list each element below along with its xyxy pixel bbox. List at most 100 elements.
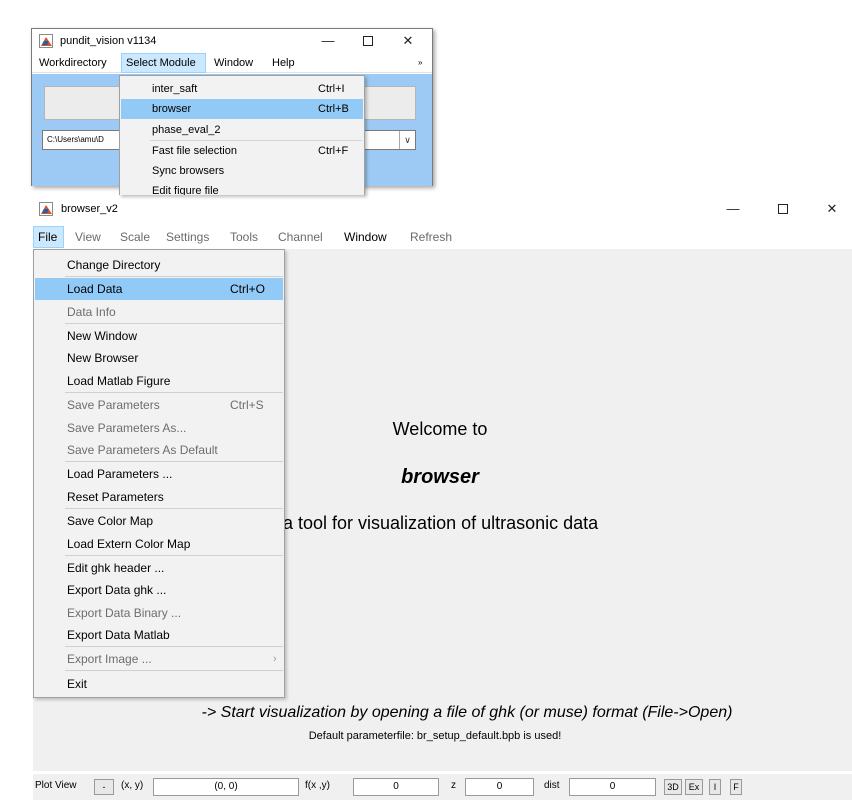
minimize-button[interactable]: — xyxy=(308,29,348,53)
menu-item-load-extern-color-map[interactable]: Load Extern Color Map xyxy=(35,533,283,555)
minimize-button[interactable]: — xyxy=(713,197,753,221)
menu-item-save-parameters-as[interactable]: Save Parameters As... xyxy=(35,417,283,439)
menu-file[interactable]: File xyxy=(33,226,64,248)
welcome-hint: -> Start visualization by opening a file… xyxy=(201,704,733,721)
matlab-icon xyxy=(39,202,53,216)
menu-scale[interactable]: Scale xyxy=(116,226,154,248)
menu-item-export-image[interactable]: Export Image ... › xyxy=(35,648,283,670)
menu-separator xyxy=(65,508,283,509)
menu-select-module[interactable]: Select Module xyxy=(121,53,206,73)
menu-item-shortcut: Ctrl+O xyxy=(230,282,266,296)
dist-label: dist xyxy=(544,780,560,791)
maximize-button[interactable] xyxy=(348,29,388,53)
menu-item-browser[interactable]: browser Ctrl+B xyxy=(121,99,363,119)
menu-item-shortcut: Ctrl+B xyxy=(318,103,349,115)
menu-separator xyxy=(65,461,283,462)
menu-item-shortcut: Ctrl+I xyxy=(318,83,345,95)
browser-window-title: browser_v2 xyxy=(61,203,118,215)
path-dropdown[interactable]: ∨ xyxy=(364,130,416,150)
menu-item-new-browser[interactable]: New Browser xyxy=(35,347,283,369)
menu-item-label: phase_eval_2 xyxy=(152,124,221,136)
pundit-panel xyxy=(44,86,120,120)
menu-item-edit-ghk-header[interactable]: Edit ghk header ... xyxy=(35,557,283,579)
menu-item-sync-browsers[interactable]: Sync browsers xyxy=(121,161,363,181)
plot-view-statusbar: Plot View - (x, y) (0, 0) f(x ,y) 0 z 0 … xyxy=(33,774,852,800)
dist-field[interactable]: 0 xyxy=(569,778,656,796)
menu-workdirectory[interactable]: Workdirectory xyxy=(35,53,111,73)
ex-button[interactable]: Ex xyxy=(685,779,703,795)
menu-item-export-data-matlab[interactable]: Export Data Matlab xyxy=(35,624,283,646)
menu-view[interactable]: View xyxy=(71,226,105,248)
pundit-panel xyxy=(364,86,416,120)
menu-item-label: inter_saft xyxy=(152,83,198,95)
menu-item-load-matlab-figure[interactable]: Load Matlab Figure xyxy=(35,370,283,392)
3d-button[interactable]: 3D xyxy=(664,779,682,795)
menu-channel[interactable]: Channel xyxy=(274,226,327,248)
menu-item-data-info[interactable]: Data Info xyxy=(35,301,283,323)
menu-item-label: New Window xyxy=(67,329,138,343)
minus-button[interactable]: - xyxy=(94,779,114,795)
xy-field[interactable]: (0, 0) xyxy=(153,778,299,796)
menu-item-label: Fast file selection xyxy=(152,145,237,157)
close-button[interactable]: ✕ xyxy=(388,29,428,53)
menu-item-save-color-map[interactable]: Save Color Map xyxy=(35,510,283,532)
browser-menubar: File View Scale Settings Tools Channel W… xyxy=(33,226,852,248)
menu-separator xyxy=(65,276,283,277)
default-parameter-file-note: Default parameterfile: br_setup_default.… xyxy=(308,730,562,742)
menu-item-label: Export Data ghk ... xyxy=(67,583,167,597)
matlab-icon xyxy=(39,34,53,48)
menu-settings[interactable]: Settings xyxy=(162,226,213,248)
submenu-arrow-icon: › xyxy=(273,653,277,665)
menu-separator xyxy=(65,670,283,671)
maximize-button[interactable] xyxy=(763,197,803,221)
file-menu: Change Directory Load Data Ctrl+O Data In… xyxy=(33,249,285,698)
menu-overflow-icon[interactable]: » xyxy=(418,58,422,67)
menu-item-label: browser xyxy=(152,103,192,115)
menu-item-exit[interactable]: Exit xyxy=(35,673,283,695)
workdirectory-path-field[interactable]: C:\Users\amu\D xyxy=(42,130,122,150)
menu-item-label: Save Parameters As Default xyxy=(67,443,218,457)
menu-item-label: Exit xyxy=(67,677,88,691)
fxy-field[interactable]: 0 xyxy=(353,778,439,796)
pundit-window-title: pundit_vision v1134 xyxy=(60,35,157,47)
menu-item-label: Save Color Map xyxy=(67,514,154,528)
menu-item-phase-eval-2[interactable]: phase_eval_2 xyxy=(121,120,363,140)
plot-view-label: Plot View xyxy=(35,780,77,791)
menu-item-export-data-binary[interactable]: Export Data Binary ... xyxy=(35,602,283,624)
chevron-down-icon[interactable]: ∨ xyxy=(399,131,415,149)
menu-refresh[interactable]: Refresh xyxy=(406,226,456,248)
menu-item-label: Data Info xyxy=(67,305,116,319)
menu-item-edit-figure-file[interactable]: Edit figure file xyxy=(121,181,363,195)
menu-item-shortcut: Ctrl+F xyxy=(318,145,349,157)
menu-help[interactable]: Help xyxy=(268,53,299,73)
menu-item-label: Change Directory xyxy=(67,258,161,272)
menu-tools[interactable]: Tools xyxy=(226,226,262,248)
maximize-icon xyxy=(778,203,788,214)
menu-item-reset-parameters[interactable]: Reset Parameters xyxy=(35,486,283,508)
i-button[interactable]: I xyxy=(709,779,721,795)
menu-item-save-parameters[interactable]: Save Parameters Ctrl+S xyxy=(35,394,283,416)
select-module-menu: inter_saft Ctrl+I browser Ctrl+B phase_e… xyxy=(119,75,365,195)
maximize-icon xyxy=(363,35,373,46)
z-field[interactable]: 0 xyxy=(465,778,534,796)
close-button[interactable]: ✕ xyxy=(812,197,852,221)
menu-item-fast-file-selection[interactable]: Fast file selection Ctrl+F xyxy=(121,141,363,161)
menu-item-load-data[interactable]: Load Data Ctrl+O xyxy=(35,278,283,300)
menu-item-label: Edit ghk header ... xyxy=(67,561,165,575)
welcome-description: a tool for visualization of ultrasonic d… xyxy=(283,513,599,533)
menu-item-load-parameters[interactable]: Load Parameters ... xyxy=(35,463,283,485)
menu-item-change-directory[interactable]: Change Directory xyxy=(35,254,283,276)
browser-titlebar: browser_v2 — ✕ xyxy=(33,197,852,221)
menu-item-label: Export Data Binary ... xyxy=(67,606,182,620)
f-button[interactable]: F xyxy=(730,779,742,795)
menu-item-label: Save Parameters xyxy=(67,398,160,412)
menu-item-save-parameters-as-default[interactable]: Save Parameters As Default xyxy=(35,439,283,461)
menu-window[interactable]: Window xyxy=(210,53,257,73)
menu-item-export-data-ghk[interactable]: Export Data ghk ... xyxy=(35,579,283,601)
menu-item-label: Edit figure file xyxy=(152,185,219,195)
menu-item-label: Load Extern Color Map xyxy=(67,537,191,551)
menu-window[interactable]: Window xyxy=(340,226,391,248)
menu-item-new-window[interactable]: New Window xyxy=(35,325,283,347)
menu-separator xyxy=(65,646,283,647)
menu-item-inter-saft[interactable]: inter_saft Ctrl+I xyxy=(121,79,363,99)
